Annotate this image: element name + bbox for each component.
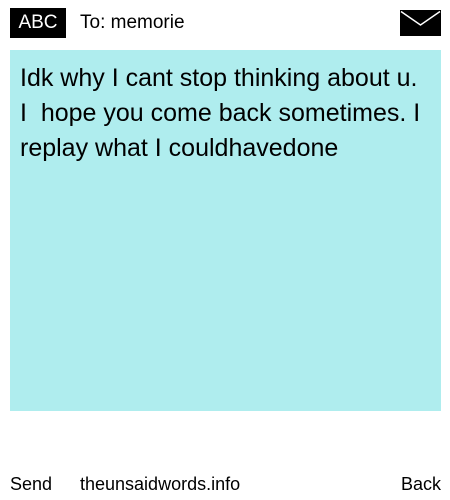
back-button[interactable]: Back bbox=[401, 470, 441, 498]
recipient-field[interactable]: To: memorie bbox=[80, 9, 185, 37]
send-button[interactable]: Send bbox=[10, 470, 52, 498]
site-link[interactable]: theunsaidwords.info bbox=[80, 470, 240, 498]
message-header: ABC To: memorie bbox=[0, 0, 450, 50]
envelope-icon[interactable] bbox=[400, 10, 441, 36]
message-text: Idk why I cant stop thinking about u. I … bbox=[20, 64, 428, 162]
footer-bar: Send theunsaidwords.info Back bbox=[0, 470, 450, 498]
input-mode-badge[interactable]: ABC bbox=[10, 8, 66, 38]
message-body[interactable]: Idk why I cant stop thinking about u. I … bbox=[10, 50, 441, 411]
